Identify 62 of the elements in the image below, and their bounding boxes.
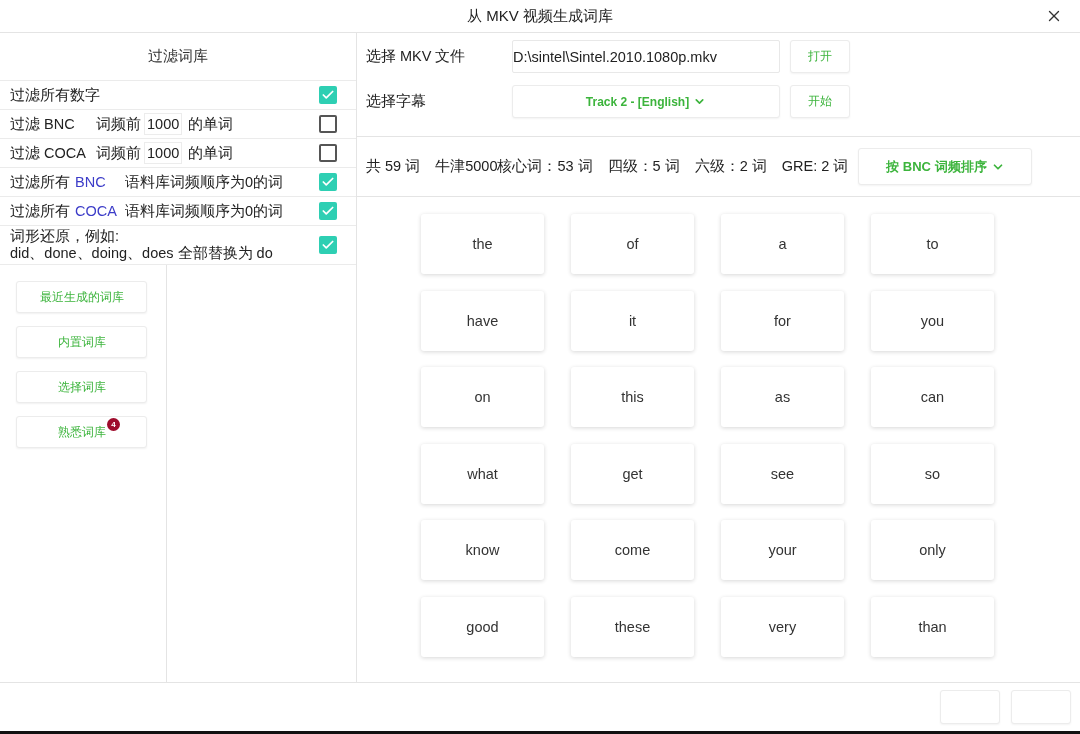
word-card[interactable]: this [571, 367, 694, 427]
window-title: 从 MKV 视频生成词库 [467, 6, 613, 26]
word-count-stat: 共 59 词 [366, 157, 421, 176]
word-card[interactable]: what [421, 443, 544, 504]
filter-label: 的单词 [188, 143, 233, 163]
corpus-name: BNC [75, 174, 107, 190]
word-card[interactable]: it [571, 290, 694, 351]
filter-label: 过滤所有 [10, 201, 70, 221]
count-badge: 4 [107, 418, 120, 431]
word-card[interactable]: your [721, 520, 844, 580]
corpus-name: COCA [75, 203, 118, 219]
library-button[interactable]: 熟悉词库 4 [16, 416, 147, 448]
check-icon [321, 204, 335, 218]
word-card[interactable]: these [571, 596, 694, 657]
threshold-input[interactable]: 1000 [144, 142, 182, 164]
checkbox[interactable] [319, 173, 337, 191]
filter-label: 词频前 [96, 143, 141, 163]
filter-label: 过滤所有 [10, 172, 70, 192]
check-icon [321, 88, 335, 102]
checkbox[interactable] [319, 115, 337, 133]
word-card[interactable]: know [421, 520, 544, 580]
word-card[interactable]: to [871, 214, 994, 274]
checkbox[interactable] [319, 86, 337, 104]
word-card[interactable]: get [571, 443, 694, 504]
checkbox[interactable] [319, 236, 337, 254]
filter-label: 词频前 [96, 114, 141, 134]
panel-title: 过滤词库 [148, 47, 208, 66]
word-count-stat: 六级：2 词 [694, 157, 767, 176]
checkbox[interactable] [319, 144, 337, 162]
filter-label: 过滤 BNC [10, 114, 76, 134]
checkbox[interactable] [319, 202, 337, 220]
word-card[interactable]: as [721, 367, 844, 427]
word-card[interactable]: on [421, 367, 544, 427]
word-card[interactable]: good [421, 596, 544, 657]
word-count-stat: 四级：5 词 [607, 157, 680, 176]
word-card[interactable]: a [721, 214, 844, 274]
filter-label: 过滤所有数字 [10, 85, 100, 105]
filter-label: 词形还原，例如: did、done、doing、does 全部替换为 do [10, 228, 273, 262]
word-card[interactable]: for [721, 290, 844, 351]
word-card[interactable]: so [871, 443, 994, 504]
check-icon [321, 175, 335, 189]
word-card[interactable]: you [871, 290, 994, 351]
word-card[interactable]: than [871, 596, 994, 657]
word-card[interactable]: of [571, 214, 694, 274]
filter-label: 语料库词频顺序为0的词 [125, 201, 284, 221]
filter-label: 的单词 [188, 114, 233, 134]
word-card[interactable]: the [421, 214, 544, 274]
check-icon [321, 238, 335, 252]
word-count-stat: 牛津5000核心词：53 词 [435, 157, 593, 176]
word-card[interactable]: can [871, 367, 994, 427]
field-label: 选择字幕 [366, 92, 427, 111]
word-card[interactable]: see [721, 443, 844, 504]
filter-label: 过滤 COCA [10, 143, 87, 163]
threshold-input[interactable]: 1000 [144, 113, 182, 135]
filter-label: 语料库词频顺序为0的词 [125, 172, 284, 192]
file-path-field[interactable]: D:\sintel\Sintel.2010.1080p.mkv [512, 40, 780, 73]
word-count-stat: GRE: 2 词 [781, 157, 849, 176]
word-card[interactable]: very [721, 596, 844, 657]
field-label: 选择 MKV 文件 [366, 47, 467, 66]
word-card[interactable]: have [421, 290, 544, 351]
word-card[interactable]: only [871, 520, 994, 580]
word-card[interactable]: come [571, 520, 694, 580]
